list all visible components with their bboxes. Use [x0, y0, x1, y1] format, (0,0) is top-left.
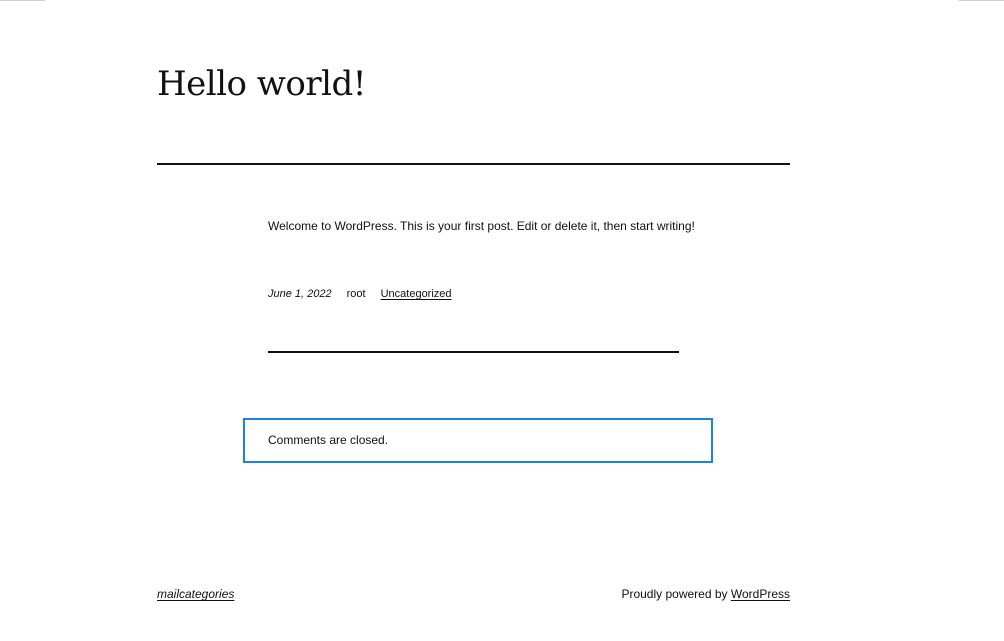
comments-closed-text: Comments are closed.	[268, 433, 389, 447]
post-date: June 1, 2022	[268, 288, 332, 300]
site-footer: mailcategories Proudly powered by WordPr…	[157, 585, 790, 603]
meta-separator	[268, 351, 679, 353]
comments-closed-notice: Comments are closed.	[243, 418, 713, 463]
powered-by-text: Proudly powered by	[621, 587, 731, 601]
wordpress-link[interactable]: WordPress	[731, 587, 790, 601]
post-title: Hello world!	[157, 64, 366, 104]
top-right-edge-line	[959, 0, 1004, 1]
title-separator	[157, 163, 790, 165]
powered-by: Proudly powered by WordPress	[621, 585, 790, 603]
top-left-edge-line	[0, 0, 45, 1]
site-name-link[interactable]: mailcategories	[157, 585, 234, 603]
post-content: Welcome to WordPress. This is your first…	[268, 219, 695, 233]
post-meta: June 1, 2022 root Uncategorized	[268, 286, 452, 302]
page: Hello world! Welcome to WordPress. This …	[0, 0, 1004, 641]
post-author: root	[346, 288, 366, 300]
post-category-link[interactable]: Uncategorized	[381, 288, 452, 300]
